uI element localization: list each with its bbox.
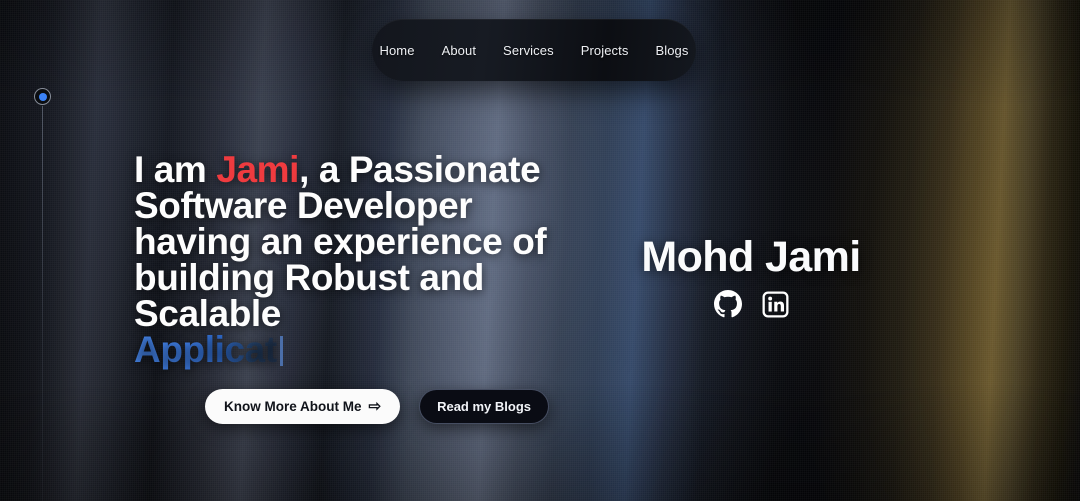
profile-block: Mohd Jami [628,236,874,318]
nav-item-services[interactable]: Services [503,43,554,58]
headline-typewriter-line: Applicat [134,329,554,370]
github-icon [713,290,742,318]
scroll-progress-rail [34,88,52,501]
main-navigation-bar[interactable]: Home About Services Projects Blogs [372,19,696,81]
read-my-blogs-button[interactable]: Read my Blogs [419,389,549,424]
github-link[interactable] [713,290,742,318]
nav-item-about[interactable]: About [442,43,476,58]
linkedin-link[interactable] [762,291,789,318]
nav-item-home[interactable]: Home [379,43,414,58]
headline-name-accent: Jami [216,149,300,190]
profile-name: Mohd Jami [641,233,861,281]
headline-prefix: I am [134,149,217,190]
nav-item-projects[interactable]: Projects [581,43,629,58]
rail-progress-dot[interactable] [34,88,51,105]
linkedin-icon [762,291,789,318]
rail-line [42,106,43,501]
arrow-right-icon: ⇨ [368,398,382,415]
typewriter-caret [279,336,283,366]
hero-text-block: I am Jami, a Passionate Software Develop… [134,149,554,370]
social-links-row [628,290,874,318]
typewriter-text: Applicat [134,329,277,370]
know-more-label: Know More About Me [224,399,362,414]
nav-item-blogs[interactable]: Blogs [655,43,688,58]
rail-dot-core [38,92,47,101]
know-more-about-me-button[interactable]: Know More About Me ⇨ [205,389,401,424]
hero-cta-row: Know More About Me ⇨ Read my Blogs [205,389,549,424]
hero-headline: I am Jami, a Passionate Software Develop… [134,149,554,370]
